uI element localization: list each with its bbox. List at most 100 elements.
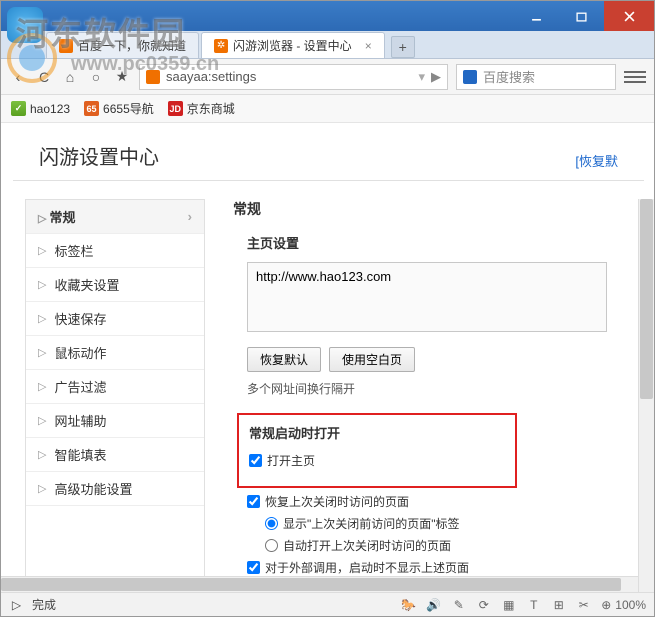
caret-icon: ▷	[38, 312, 46, 325]
play-icon[interactable]: ▷	[9, 597, 24, 612]
addr-dropdown-icon[interactable]: ▾	[418, 69, 425, 85]
status-screenshot-icon[interactable]: ✂	[576, 597, 591, 612]
startup-title: 常规启动时打开	[249, 423, 505, 442]
tab-bar: 百度一下，你就知道 ✲ 闪游浏览器 - 设置中心 × +	[1, 31, 654, 59]
sidebar-label: 标签栏	[54, 241, 93, 260]
show-tab-radio[interactable]	[265, 517, 278, 530]
restore-session-checkbox[interactable]	[247, 495, 260, 508]
scroll-thumb[interactable]	[640, 199, 653, 399]
caret-icon: ▷	[38, 213, 50, 225]
search-box[interactable]: 百度搜索	[456, 64, 616, 90]
sidebar-item-urlhelper[interactable]: ▷ 网址辅助	[26, 404, 204, 438]
tab-label: 闪游浏览器 - 设置中心	[233, 37, 352, 54]
sidebar-label: 快速保存	[54, 309, 106, 328]
settings-content: ▷ 常规 › ▷ 标签栏 ▷ 收藏夹设置 ▷ 快速保存 ▷鼠标动作 ▷ 广告过滤 ▷ 网址辅…	[1, 181, 654, 596]
go-button[interactable]: ▶	[431, 69, 441, 85]
sidebar-item-mouse[interactable]: ▷鼠标动作	[26, 336, 204, 370]
sidebar-label: 高级功能设置	[54, 479, 132, 498]
caret-icon: ▷	[38, 482, 46, 495]
nav-toolbar: ‹ C ⌂ ○ ★ saayaa:settings ▾ ▶ 百度搜索	[1, 59, 654, 95]
use-blank-button[interactable]: 使用空白页	[329, 347, 415, 372]
new-tab-button[interactable]: +	[391, 36, 415, 58]
stop-button[interactable]: ○	[87, 68, 105, 86]
status-refresh-icon[interactable]: ⟳	[476, 597, 491, 612]
sidebar-label: 网址辅助	[54, 411, 106, 430]
sidebar-item-favorites[interactable]: ▷ 收藏夹设置	[26, 268, 204, 302]
tab-baidu[interactable]: 百度一下，你就知道	[46, 32, 199, 58]
status-horse-icon[interactable]: 🐎	[401, 597, 416, 612]
horizontal-scrollbar[interactable]	[1, 576, 638, 592]
window-minimize-button[interactable]	[514, 1, 559, 31]
caret-icon: ▷	[38, 278, 46, 291]
favicon-gear-icon: ✲	[214, 39, 228, 53]
status-sound-icon[interactable]: 🔊	[426, 597, 441, 612]
homepage-input[interactable]	[247, 262, 607, 332]
open-homepage-checkbox[interactable]	[249, 454, 262, 467]
sidebar-item-general[interactable]: ▷ 常规 ›	[26, 200, 204, 234]
sidebar-item-adblock[interactable]: ▷ 广告过滤	[26, 370, 204, 404]
bookmark-label: 京东商城	[187, 100, 235, 117]
sidebar-label: 收藏夹设置	[54, 275, 119, 294]
window-maximize-button[interactable]	[559, 1, 604, 31]
search-placeholder: 百度搜索	[483, 67, 535, 86]
caret-icon: ▷	[38, 448, 46, 461]
bookmark-hao123[interactable]: ✓hao123	[11, 101, 70, 116]
status-edit-icon[interactable]: ✎	[451, 597, 466, 612]
back-button[interactable]: ‹	[9, 68, 27, 86]
caret-icon: ▷	[38, 244, 46, 257]
reload-button[interactable]: C	[35, 68, 53, 86]
scroll-thumb[interactable]	[1, 578, 621, 591]
home-button[interactable]: ⌂	[61, 68, 79, 86]
restore-defaults-link[interactable]: [恢复默	[575, 151, 618, 170]
tab-settings[interactable]: ✲ 闪游浏览器 - 设置中心 ×	[201, 32, 385, 58]
section-general-title: 常规	[233, 199, 640, 219]
addr-favicon-icon	[146, 70, 160, 84]
status-textsize-icon[interactable]: T	[526, 597, 541, 612]
bookmark-label: 6655导航	[103, 100, 154, 117]
caret-icon: ▷	[38, 414, 46, 427]
sidebar-item-tabbar[interactable]: ▷ 标签栏	[26, 234, 204, 268]
window-titlebar	[1, 1, 654, 31]
search-engine-icon[interactable]	[463, 70, 477, 84]
address-text: saayaa:settings	[166, 69, 412, 84]
n6655-icon: 65	[84, 101, 99, 116]
auto-open-radio[interactable]	[265, 539, 278, 552]
sidebar-label: 智能填表	[54, 445, 106, 464]
address-bar[interactable]: saayaa:settings ▾ ▶	[139, 64, 448, 90]
sidebar-label: 广告过滤	[54, 377, 106, 396]
favicon-baidu	[59, 39, 73, 53]
sidebar-item-autofill[interactable]: ▷ 智能填表	[26, 438, 204, 472]
page-title: 闪游设置中心	[39, 141, 159, 170]
settings-main: 常规 主页设置 恢复默认 使用空白页 多个网址间换行隔开 常规启动时打开 打开主…	[205, 199, 654, 596]
status-text: 完成	[32, 596, 56, 613]
bookmark-jd[interactable]: JD京东商城	[168, 100, 235, 117]
vertical-scrollbar[interactable]	[638, 199, 654, 596]
caret-icon: ▷	[38, 380, 46, 393]
external-checkbox[interactable]	[247, 561, 260, 574]
sidebar-item-advanced[interactable]: ▷ 高级功能设置	[26, 472, 204, 506]
checkbox-label: 打开主页	[267, 452, 315, 469]
radio-label: 显示"上次关闭前访问的页面"标签	[283, 515, 460, 532]
window-close-button[interactable]	[604, 1, 654, 31]
zoom-reset-icon[interactable]: ⊕	[601, 598, 611, 612]
favorite-button[interactable]: ★	[113, 68, 131, 86]
sidebar-item-quicksave[interactable]: ▷ 快速保存	[26, 302, 204, 336]
sidebar-label: 常规	[50, 210, 76, 225]
settings-sidebar: ▷ 常规 › ▷ 标签栏 ▷ 收藏夹设置 ▷ 快速保存 ▷鼠标动作 ▷ 广告过滤 ▷ 网址辅…	[25, 199, 205, 596]
checkbox-label: 恢复上次关闭时访问的页面	[265, 493, 409, 510]
status-target-icon[interactable]: ⊞	[551, 597, 566, 612]
chevron-right-icon: ›	[188, 209, 192, 224]
restore-default-button[interactable]: 恢复默认	[247, 347, 321, 372]
zoom-control[interactable]: ⊕ 100%	[601, 598, 646, 612]
homepage-title: 主页设置	[247, 233, 640, 252]
zoom-value: 100%	[615, 598, 646, 612]
tab-label: 百度一下，你就知道	[78, 37, 186, 54]
tab-close-icon[interactable]: ×	[365, 39, 372, 53]
app-icon	[7, 7, 43, 43]
status-image-icon[interactable]: ▦	[501, 597, 516, 612]
main-menu-button[interactable]	[624, 66, 646, 88]
radio-label: 自动打开上次关闭时访问的页面	[283, 537, 451, 554]
bookmark-6655[interactable]: 65 6655导航	[84, 100, 154, 117]
homepage-hint: 多个网址间换行隔开	[247, 380, 640, 397]
bookmark-label: hao123	[30, 102, 70, 116]
